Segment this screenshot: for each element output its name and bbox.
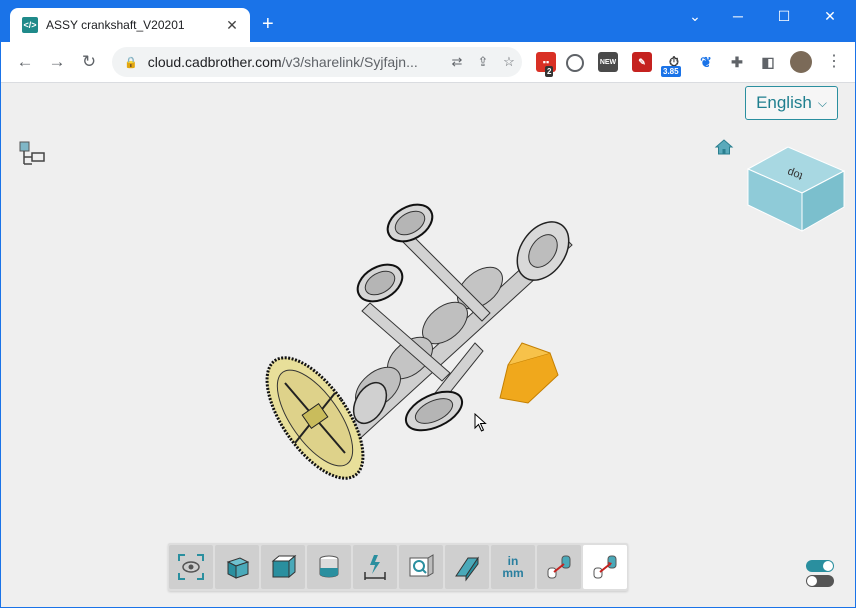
chevron-down-icon: ⌵	[817, 95, 827, 110]
lock-icon: 🔒	[124, 56, 138, 69]
mouse-cursor-icon	[474, 413, 487, 432]
units-tool[interactable]: in mm	[491, 545, 535, 589]
back-button[interactable]: ←	[14, 51, 36, 73]
explode-active-icon	[593, 555, 617, 579]
ext-timer-badge: 3.85	[661, 66, 681, 77]
toggle-switch-on[interactable]	[806, 560, 834, 572]
section-tool[interactable]	[445, 545, 489, 589]
address-bar[interactable]: 🔒 cloud.cadbrother.com/v3/sharelink/Syjf…	[112, 47, 522, 77]
close-window-button[interactable]: ✕	[815, 8, 845, 25]
tab-close-icon[interactable]: ✕	[222, 17, 242, 34]
new-tab-button[interactable]: +	[262, 14, 274, 34]
wireframe-cube-icon	[271, 554, 297, 579]
ext-pen-icon[interactable]: ✎	[632, 52, 652, 72]
material-tool[interactable]	[307, 545, 351, 589]
restore-button[interactable]: ─	[723, 8, 753, 24]
explode-tool[interactable]	[537, 545, 581, 589]
avatar[interactable]	[790, 51, 812, 73]
browser-tab[interactable]: </> ASSY crankshaft_V20201 ✕	[10, 8, 250, 42]
language-select[interactable]: English ⌵	[745, 86, 838, 120]
ext-sync-icon[interactable]	[566, 54, 584, 72]
cad-viewport[interactable]: English ⌵ top in mm	[0, 83, 856, 608]
toggle-switch-off[interactable]	[806, 575, 834, 587]
paint-bucket-icon	[319, 555, 339, 578]
tab-title: ASSY crankshaft_V20201	[46, 18, 185, 32]
shaded-cube-icon	[226, 557, 250, 579]
menu-kebab-icon[interactable]: ⋮	[826, 51, 842, 71]
ext-feather-icon[interactable]: ❦	[696, 52, 716, 72]
cad-icon: </>	[22, 17, 38, 33]
browser-toolbar: ← → ↻ 🔒 cloud.cadbrother.com/v3/sharelin…	[0, 42, 856, 83]
side-panel-icon[interactable]: ◧	[758, 52, 778, 72]
view-shaded-tool[interactable]	[215, 545, 259, 589]
viewer-toolbar: in mm	[168, 543, 628, 591]
crankshaft-model[interactable]	[260, 193, 580, 493]
home-icon[interactable]	[714, 137, 734, 157]
measure-tool[interactable]	[353, 545, 397, 589]
zoom-box-icon	[409, 554, 434, 577]
bookmark-star-icon[interactable]: ☆	[496, 54, 522, 70]
eye-frame-icon	[178, 554, 204, 580]
units-label: in mm	[502, 554, 524, 580]
url-text: cloud.cadbrother.com/v3/sharelink/Syjfaj…	[147, 54, 418, 70]
explode-active-tool[interactable]	[583, 545, 627, 589]
forward-button[interactable]: →	[46, 51, 68, 73]
zoom-box-tool[interactable]	[399, 545, 443, 589]
view-visibility-tool[interactable]	[169, 545, 213, 589]
language-label: English	[756, 93, 812, 112]
extensions-puzzle-icon[interactable]: ✚	[727, 52, 747, 72]
maximize-button[interactable]: ☐	[769, 8, 799, 25]
view-cube[interactable]: top	[744, 141, 848, 233]
reload-button[interactable]: ↻	[78, 51, 100, 73]
minimize-button[interactable]: ⌄	[680, 8, 710, 25]
toggle-knob	[823, 561, 833, 571]
assembly-tree-icon[interactable]	[18, 140, 48, 170]
view-wireframe-tool[interactable]	[261, 545, 305, 589]
explode-icon	[547, 555, 571, 579]
share-icon[interactable]: ⇪	[470, 54, 496, 70]
ext-new-icon[interactable]: NEW	[598, 52, 618, 72]
browser-titlebar: </> ASSY crankshaft_V20201 ✕ + ⌄ ─ ☐ ✕	[0, 0, 856, 42]
toggle-knob	[807, 576, 817, 586]
translate-icon[interactable]: ⇄	[444, 54, 470, 70]
section-cut-icon	[455, 556, 479, 582]
ext-red-badge: 2	[545, 66, 554, 77]
measure-icon	[364, 555, 386, 580]
